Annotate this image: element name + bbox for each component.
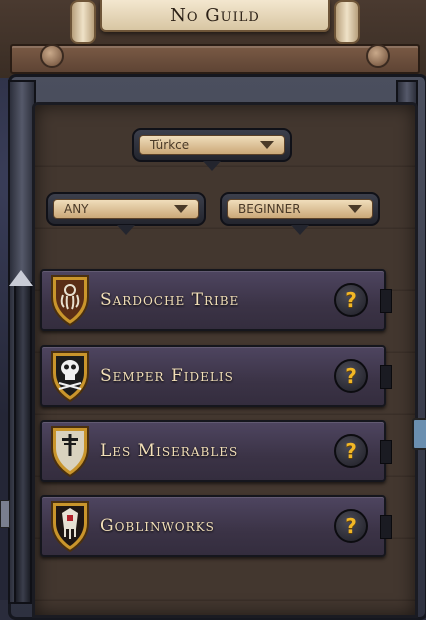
pin-icon (40, 44, 64, 68)
guild-row[interactable]: Sardoche Tribe ? (40, 269, 392, 331)
top-plank (10, 44, 420, 74)
language-dropdown: Türkce (132, 128, 292, 171)
goblin-icon (50, 498, 90, 554)
skull-icon (50, 348, 90, 404)
guild-row[interactable]: Les Miserables ? (40, 420, 392, 482)
row-clasp (380, 440, 392, 464)
level-select[interactable]: BEGINNER (227, 199, 373, 219)
scrollbar-track[interactable] (14, 282, 32, 604)
left-side-tab[interactable] (0, 500, 10, 528)
guild-row[interactable]: Semper Fidelis ? (40, 345, 392, 407)
row-clasp (380, 289, 392, 313)
level-dropdown: BEGINNER (220, 192, 380, 235)
help-button[interactable]: ? (334, 509, 368, 543)
kraken-icon (50, 272, 90, 328)
dropdown-notch (291, 225, 309, 235)
chevron-down-icon (348, 205, 362, 213)
question-mark-icon: ? (345, 288, 357, 312)
language-value: Türkce (150, 138, 190, 152)
guild-name: Sardoche Tribe (100, 290, 240, 310)
guild-row[interactable]: Goblinworks ? (40, 495, 392, 557)
pin-icon (366, 44, 390, 68)
guild-status-banner: No Guild (100, 0, 330, 32)
help-button[interactable]: ? (334, 359, 368, 393)
guild-type-select[interactable]: ANY (53, 199, 199, 219)
help-button[interactable]: ? (334, 434, 368, 468)
question-mark-icon: ? (345, 439, 357, 463)
level-value: BEGINNER (238, 202, 301, 216)
guild-type-value: ANY (64, 202, 89, 216)
right-side-tab[interactable] (412, 418, 426, 450)
chevron-down-icon (260, 141, 274, 149)
page-title: No Guild (170, 4, 260, 26)
question-mark-icon: ? (345, 514, 357, 538)
guild-type-dropdown: ANY (46, 192, 206, 235)
scroll-up-arrow-icon[interactable] (9, 270, 33, 286)
guild-name: Semper Fidelis (100, 366, 234, 386)
cross-icon (50, 423, 90, 479)
row-clasp (380, 515, 392, 539)
scroll-roll-right (334, 0, 360, 44)
dropdown-notch (117, 225, 135, 235)
row-clasp (380, 365, 392, 389)
guild-name: Goblinworks (100, 516, 215, 536)
question-mark-icon: ? (345, 364, 357, 388)
chevron-down-icon (174, 205, 188, 213)
language-select[interactable]: Türkce (139, 135, 285, 155)
guild-name: Les Miserables (100, 441, 239, 461)
scroll-roll-left (70, 0, 96, 44)
help-button[interactable]: ? (334, 283, 368, 317)
dropdown-notch (203, 161, 221, 171)
